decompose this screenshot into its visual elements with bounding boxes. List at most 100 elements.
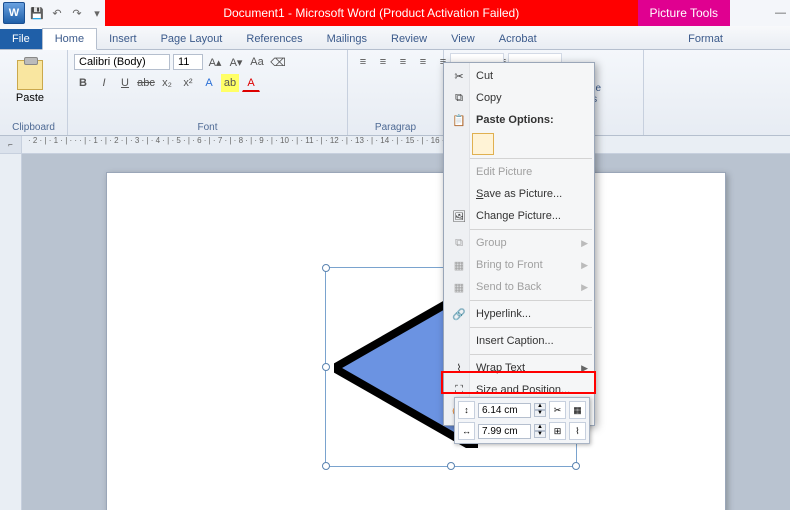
ctx-insert-caption[interactable]: Insert Caption... (444, 330, 594, 352)
change-case-button[interactable]: Aa (248, 53, 266, 71)
clear-formatting-button[interactable]: ⌫ (269, 53, 287, 71)
multilevel-button[interactable]: ≡ (394, 53, 412, 71)
group-icon: ⧉ (450, 235, 468, 251)
ctx-change-picture[interactable]: 🖼Change Picture... (444, 205, 594, 227)
resize-handle-br[interactable] (572, 462, 580, 470)
group-paragraph: ≡ ≡ ≡ ≡ ≡ ≡ ≡ ≡ Paragrap (348, 50, 444, 135)
ctx-group: ⧉Group▶ (444, 232, 594, 254)
chevron-right-icon: ▶ (581, 238, 588, 249)
text-effects-button[interactable]: A (200, 74, 218, 92)
size-icon: ⛶ (450, 382, 468, 398)
copy-icon: ⧉ (450, 90, 468, 106)
ctx-copy[interactable]: ⧉Copy (444, 87, 594, 109)
position-icon[interactable]: ⊞ (549, 422, 566, 440)
chevron-right-icon: ▶ (581, 260, 588, 271)
ctx-wrap-text[interactable]: ⌇Wrap Text▶ (444, 357, 594, 379)
window-title: Document1 - Microsoft Word (Product Acti… (105, 0, 638, 26)
bold-button[interactable]: B (74, 74, 92, 92)
undo-icon[interactable]: ↶ (49, 5, 65, 21)
resize-handle-bm[interactable] (447, 462, 455, 470)
tab-acrobat[interactable]: Acrobat (487, 29, 549, 49)
strikethrough-button[interactable]: abc (137, 74, 155, 92)
ctx-bring-to-front: ▦Bring to Front▶ (444, 254, 594, 276)
subscript-button[interactable]: x₂ (158, 74, 176, 92)
send-back-icon: ▦ (450, 279, 468, 295)
paste-label: Paste (16, 92, 44, 104)
tab-insert[interactable]: Insert (97, 29, 149, 49)
width-input[interactable]: 7.99 cm (478, 424, 531, 439)
tab-page-layout[interactable]: Page Layout (149, 29, 235, 49)
tab-mailings[interactable]: Mailings (315, 29, 379, 49)
bring-forward-icon[interactable]: ▦ (569, 401, 586, 419)
font-group-label: Font (74, 121, 341, 135)
tab-format[interactable]: Format (676, 29, 735, 49)
bring-front-icon: ▦ (450, 257, 468, 273)
tab-references[interactable]: References (234, 29, 314, 49)
highlight-button[interactable]: ab (221, 74, 239, 92)
clipboard-icon (17, 60, 43, 90)
paragraph-group-label: Paragrap (354, 121, 437, 135)
clipboard-group-label: Clipboard (6, 121, 61, 135)
height-input[interactable]: 6.14 cm (478, 403, 531, 418)
cut-icon: ✂ (450, 68, 468, 84)
picture-tools-tab-header: Picture Tools (638, 0, 730, 26)
ctx-hyperlink[interactable]: 🔗Hyperlink... (444, 303, 594, 325)
group-clipboard: Paste Clipboard (0, 50, 68, 135)
numbering-button[interactable]: ≡ (374, 53, 392, 71)
tab-review[interactable]: Review (379, 29, 439, 49)
qat-dropdown-icon[interactable]: ▾ (89, 5, 105, 21)
page[interactable] (106, 172, 726, 510)
save-icon[interactable]: 💾 (29, 5, 45, 21)
ctx-cut[interactable]: ✂Cut (444, 65, 594, 87)
height-icon: ↕ (458, 401, 475, 419)
resize-handle-tl[interactable] (322, 264, 330, 272)
chevron-right-icon: ▶ (581, 282, 588, 293)
paste-icon: 📋 (450, 112, 468, 128)
ctx-send-to-back: ▦Send to Back▶ (444, 276, 594, 298)
paste-button[interactable]: Paste (6, 53, 54, 111)
italic-button[interactable]: I (95, 74, 113, 92)
font-name-select[interactable]: Calibri (Body) (74, 54, 170, 70)
height-spinner[interactable]: ▲▼ (534, 403, 546, 417)
shrink-font-button[interactable]: A▾ (227, 53, 245, 71)
tab-file[interactable]: File (0, 29, 42, 49)
vertical-ruler[interactable] (0, 154, 22, 510)
ctx-edit-picture: Edit Picture (444, 161, 594, 183)
wrap-text-icon: ⌇ (450, 360, 468, 376)
font-size-select[interactable]: 11 (173, 54, 203, 70)
font-color-button[interactable]: A (242, 74, 260, 92)
word-app-icon: W (3, 2, 25, 24)
underline-button[interactable]: U (116, 74, 134, 92)
change-picture-icon: 🖼 (450, 208, 468, 224)
resize-handle-bl[interactable] (322, 462, 330, 470)
grow-font-button[interactable]: A▴ (206, 53, 224, 71)
ctx-paste-options: 📋Paste Options: (444, 109, 594, 131)
horizontal-ruler[interactable]: · 2 · | · 1 · | · · · | · 1 · | · 2 · | … (22, 136, 790, 153)
width-icon: ↔ (458, 422, 475, 440)
document-canvas[interactable] (22, 154, 790, 510)
ruler-corner: ⌐ (0, 136, 22, 153)
resize-handle-ml[interactable] (322, 363, 330, 371)
align-left-button[interactable]: ≡ (414, 53, 432, 71)
window-controls: — (730, 0, 790, 26)
superscript-button[interactable]: x² (179, 74, 197, 92)
ribbon: Paste Clipboard Calibri (Body) 11 A▴ A▾ … (0, 50, 790, 136)
minimize-button[interactable]: — (775, 7, 786, 19)
group-font: Calibri (Body) 11 A▴ A▾ Aa ⌫ B I U abc x… (68, 50, 348, 135)
ctx-save-as-picture[interactable]: Save as Picture... (444, 183, 594, 205)
ruler-area: ⌐ · 2 · | · 1 · | · · · | · 1 · | · 2 · … (0, 136, 790, 154)
crop-icon[interactable]: ✂ (549, 401, 566, 419)
workspace (0, 154, 790, 510)
quick-access-toolbar: 💾 ↶ ↷ ▾ (29, 5, 105, 21)
bullets-button[interactable]: ≡ (354, 53, 372, 71)
width-spinner[interactable]: ▲▼ (534, 424, 546, 438)
paste-option-keep-source[interactable] (472, 133, 494, 155)
tab-view[interactable]: View (439, 29, 487, 49)
chevron-right-icon: ▶ (581, 363, 588, 374)
tab-home[interactable]: Home (42, 28, 97, 50)
title-bar: W 💾 ↶ ↷ ▾ Document1 - Microsoft Word (Pr… (0, 0, 790, 26)
wrap-icon[interactable]: ⌇ (569, 422, 586, 440)
ribbon-tabs: File Home Insert Page Layout References … (0, 26, 790, 50)
hyperlink-icon: 🔗 (450, 306, 468, 322)
redo-icon[interactable]: ↷ (69, 5, 85, 21)
